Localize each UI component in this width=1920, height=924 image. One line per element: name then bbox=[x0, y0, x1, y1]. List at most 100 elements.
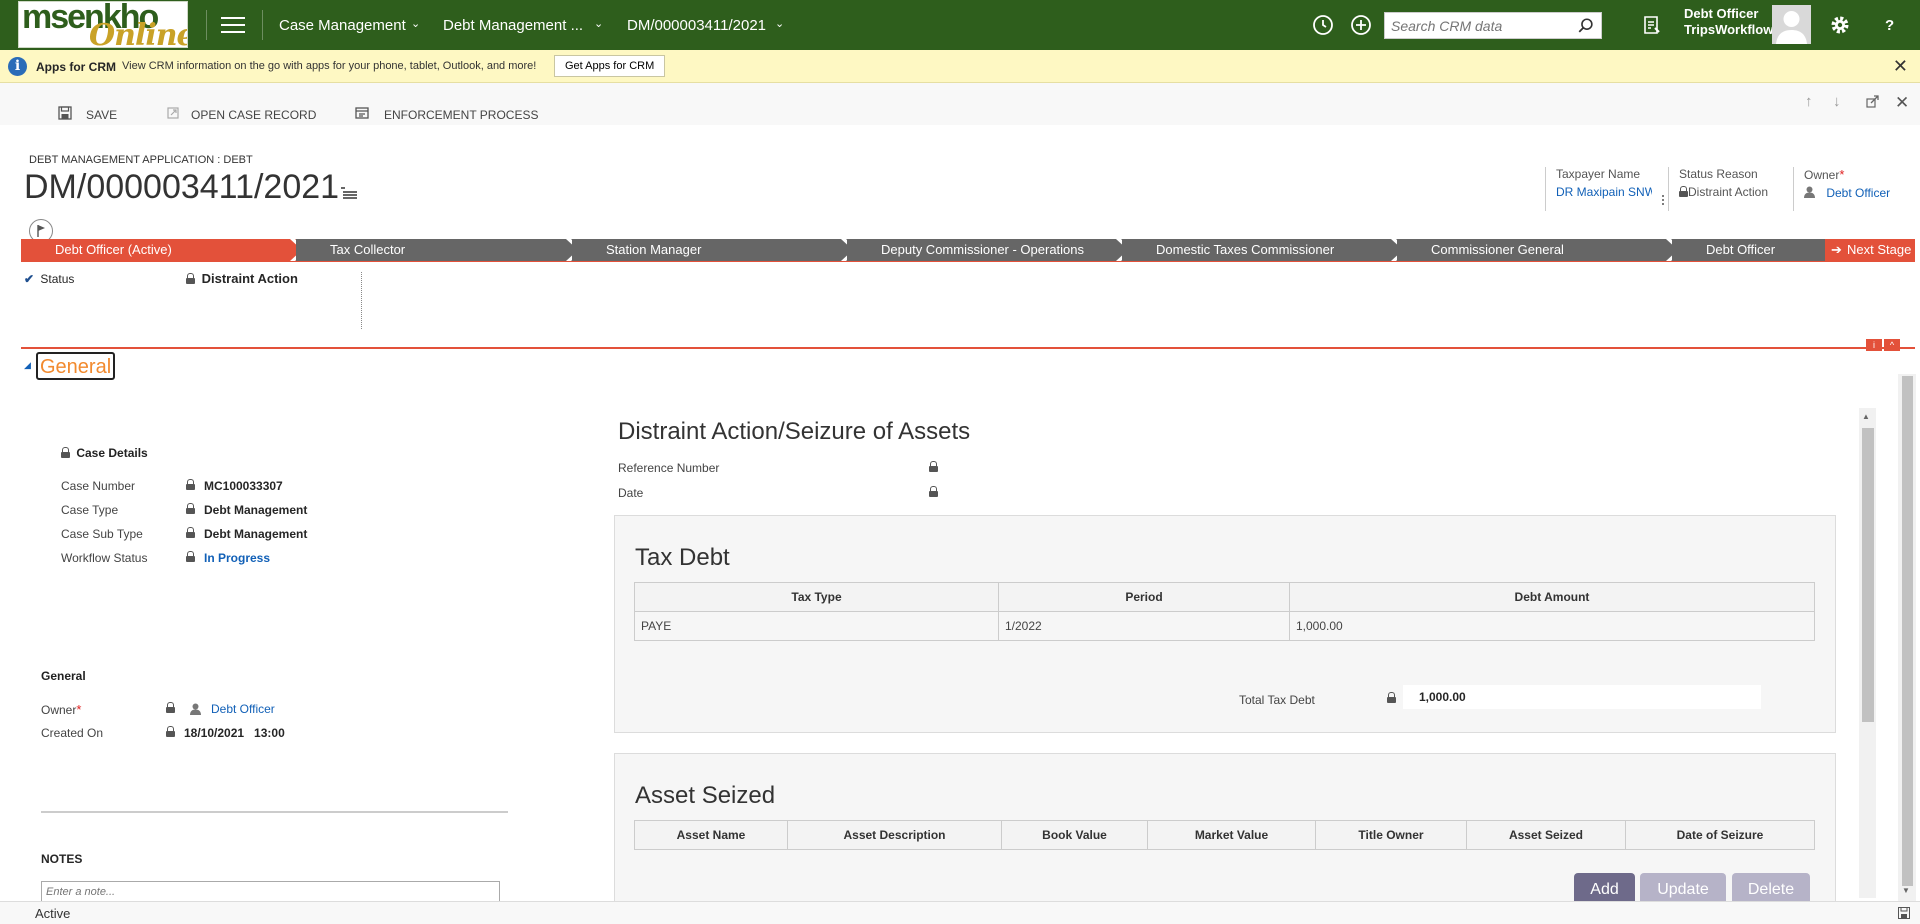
process-stage-5[interactable]: Commissioner General bbox=[1397, 239, 1672, 261]
case-details-title: Case Details bbox=[76, 446, 148, 460]
search-icon[interactable] bbox=[1577, 17, 1595, 35]
column-header[interactable]: Asset Name bbox=[634, 820, 788, 850]
status-reason-value: Distraint Action bbox=[1688, 185, 1769, 199]
user-avatar[interactable] bbox=[1772, 5, 1811, 44]
owner-value-link[interactable]: Debt Officer bbox=[211, 702, 275, 716]
msenkho-logo[interactable]: msenkho Online bbox=[18, 1, 188, 48]
field-label: Total Tax Debt bbox=[1239, 693, 1315, 707]
column-header[interactable]: Period bbox=[998, 582, 1290, 612]
scroll-up-icon[interactable]: ▲ bbox=[1862, 412, 1870, 421]
lock-icon bbox=[186, 527, 195, 538]
table-cell: 1,000.00 bbox=[1289, 611, 1815, 641]
field-label: Reference Number bbox=[618, 461, 720, 475]
case-type-value: Debt Management bbox=[204, 503, 308, 517]
tax-debt-table: Tax Type Period Debt Amount PAYE 1/2022 … bbox=[634, 582, 1815, 641]
column-header[interactable]: Debt Amount bbox=[1289, 582, 1815, 612]
column-header[interactable]: Market Value bbox=[1147, 820, 1316, 850]
user-role: Debt Officer bbox=[1684, 6, 1759, 21]
status-field: ✔ Status bbox=[24, 272, 74, 286]
page-title: DM/000003411/2021 bbox=[24, 168, 340, 206]
section-corner-buttons: i ^ bbox=[1864, 337, 1900, 351]
nav-case-management[interactable]: Case Management bbox=[279, 17, 406, 34]
process-stage-3[interactable]: Deputy Commissioner - Operations bbox=[847, 239, 1122, 261]
close-record-icon[interactable]: ✕ bbox=[1895, 93, 1909, 113]
notification-text: View CRM information on the go with apps… bbox=[122, 60, 537, 72]
distraint-section-title: Distraint Action/Seizure of Assets bbox=[618, 418, 971, 445]
lock-icon bbox=[166, 702, 175, 713]
lock-icon bbox=[929, 461, 938, 472]
inner-scrollbar-thumb[interactable] bbox=[1862, 428, 1874, 722]
record-status: Active bbox=[35, 906, 71, 921]
more-options-icon[interactable] bbox=[1661, 194, 1665, 206]
field-label: Workflow Status bbox=[61, 551, 148, 565]
user-info[interactable]: Debt Officer TripsWorkflow bbox=[1684, 6, 1773, 38]
save-icon[interactable] bbox=[1898, 907, 1910, 919]
column-header[interactable]: Tax Type bbox=[634, 582, 999, 612]
info-small-icon[interactable]: i bbox=[1866, 339, 1882, 351]
general-tab-title[interactable]: General bbox=[36, 352, 116, 380]
owner-link[interactable]: Debt Officer bbox=[1826, 186, 1890, 200]
hamburger-menu-icon[interactable] bbox=[221, 17, 245, 33]
column-header[interactable]: Asset Seized bbox=[1466, 820, 1626, 850]
taxpayer-name-link[interactable]: DR Maxipain SNW bbox=[1556, 185, 1652, 199]
column-header[interactable]: Book Value bbox=[1001, 820, 1148, 850]
process-stage-1[interactable]: Tax Collector bbox=[296, 239, 572, 261]
status-bar: Active bbox=[0, 901, 1920, 924]
case-sub-type-value: Debt Management bbox=[204, 527, 308, 541]
process-stage-bar: Debt Officer (Active) Tax Collector Statio… bbox=[21, 239, 1826, 261]
lock-icon bbox=[1679, 186, 1688, 197]
column-header[interactable]: Asset Description bbox=[787, 820, 1002, 850]
list-menu-icon[interactable] bbox=[341, 187, 357, 199]
save-button[interactable]: SAVE bbox=[86, 108, 117, 122]
page-scrollbar-thumb[interactable] bbox=[1902, 376, 1913, 886]
enforcement-process-button[interactable]: ENFORCEMENT PROCESS bbox=[384, 108, 538, 122]
table-header-row: Asset Name Asset Description Book Value … bbox=[634, 820, 1815, 850]
field-label: Owner bbox=[41, 703, 77, 717]
open-case-record-button[interactable]: OPEN CASE RECORD bbox=[191, 108, 316, 122]
pop-out-icon[interactable] bbox=[1866, 95, 1879, 108]
nav-current-record[interactable]: DM/000003411/2021 bbox=[627, 17, 766, 34]
field-label: Case Sub Type bbox=[61, 527, 143, 541]
close-icon[interactable]: ✕ bbox=[1893, 56, 1908, 77]
field-label: Date bbox=[618, 486, 644, 500]
created-on-value: 18/10/2021 13:00 bbox=[184, 726, 285, 740]
search-input[interactable] bbox=[1385, 13, 1565, 38]
nav-debt-management[interactable]: Debt Management ... bbox=[443, 17, 583, 34]
table-row[interactable]: PAYE 1/2022 1,000.00 bbox=[634, 611, 1815, 641]
workflow-status-link[interactable]: In Progress bbox=[204, 551, 270, 565]
column-header[interactable]: Title Owner bbox=[1315, 820, 1467, 850]
process-stage-0[interactable]: Debt Officer (Active) bbox=[21, 239, 296, 261]
process-stage-2[interactable]: Station Manager bbox=[572, 239, 847, 261]
process-stage-6[interactable]: Debt Officer bbox=[1672, 239, 1826, 261]
field-label: Created On bbox=[41, 726, 104, 740]
save-icon bbox=[58, 106, 72, 120]
nav-separator bbox=[206, 10, 207, 40]
next-stage-button[interactable]: ➔ Next Stage bbox=[1825, 239, 1915, 261]
help-icon[interactable]: ? bbox=[1885, 17, 1894, 34]
chevron-down-icon[interactable]: ⌄ bbox=[594, 17, 603, 30]
lock-icon bbox=[166, 726, 175, 737]
recent-history-icon[interactable] bbox=[1311, 13, 1335, 37]
arrow-up-icon[interactable]: ↑ bbox=[1805, 93, 1813, 110]
create-new-icon[interactable] bbox=[1349, 13, 1373, 37]
column-header[interactable]: Date of Seizure bbox=[1625, 820, 1815, 850]
chevron-down-icon[interactable]: ⌄ bbox=[411, 17, 420, 30]
field-label: Case Number bbox=[61, 479, 136, 493]
case-details-header: Case Details bbox=[61, 446, 148, 460]
lock-icon bbox=[186, 273, 195, 284]
arrow-down-icon[interactable]: ↓ bbox=[1833, 93, 1841, 110]
entity-type-label: DEBT MANAGEMENT APPLICATION : DEBT bbox=[29, 154, 253, 166]
gear-icon[interactable] bbox=[1828, 13, 1852, 37]
lock-icon bbox=[929, 486, 938, 497]
note-input[interactable] bbox=[41, 881, 500, 903]
advanced-find-icon[interactable] bbox=[1640, 13, 1664, 37]
collapse-triangle-icon[interactable]: ◢ bbox=[24, 360, 31, 371]
nav-separator bbox=[262, 10, 263, 40]
get-apps-button[interactable]: Get Apps for CRM bbox=[554, 55, 666, 77]
avatar-silhouette-icon bbox=[1772, 5, 1811, 44]
scroll-down-icon[interactable]: ▼ bbox=[1902, 886, 1910, 895]
collapse-icon[interactable]: ^ bbox=[1884, 339, 1900, 351]
process-stage-4[interactable]: Domestic Taxes Commissioner bbox=[1122, 239, 1397, 261]
search-box bbox=[1384, 12, 1602, 39]
chevron-down-icon[interactable]: ⌄ bbox=[775, 17, 784, 30]
